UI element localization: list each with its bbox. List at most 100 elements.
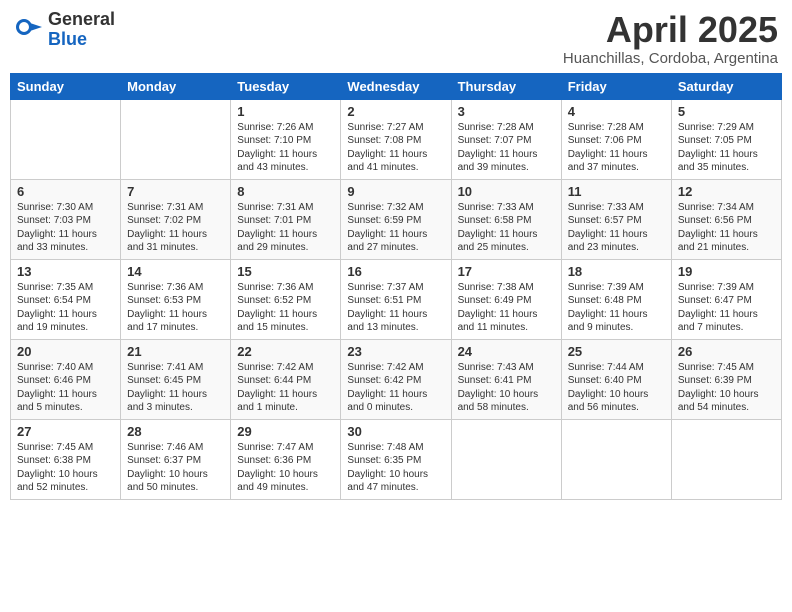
day-number: 12: [678, 184, 775, 199]
day-number: 20: [17, 344, 114, 359]
calendar-cell: 5 Sunrise: 7:29 AM Sunset: 7:05 PM Daylig…: [671, 99, 781, 179]
day-info: Sunrise: 7:35 AM Sunset: 6:54 PM Dayligh…: [17, 281, 114, 335]
calendar-cell: 21 Sunrise: 7:41 AM Sunset: 6:45 PM Dayli…: [121, 339, 231, 419]
title-block: April 2025 Huanchillas, Cordoba, Argenti…: [563, 10, 778, 67]
logo-general-text: General: [48, 10, 115, 30]
day-number: 1: [237, 104, 334, 119]
day-info: Sunrise: 7:27 AM Sunset: 7:08 PM Dayligh…: [347, 121, 444, 175]
calendar-cell: [11, 99, 121, 179]
calendar-cell: 8 Sunrise: 7:31 AM Sunset: 7:01 PM Daylig…: [231, 179, 341, 259]
day-number: 24: [458, 344, 555, 359]
day-info: Sunrise: 7:47 AM Sunset: 6:36 PM Dayligh…: [237, 441, 334, 495]
calendar-cell: 3 Sunrise: 7:28 AM Sunset: 7:07 PM Daylig…: [451, 99, 561, 179]
calendar-week-row: 1 Sunrise: 7:26 AM Sunset: 7:10 PM Daylig…: [11, 99, 782, 179]
day-info: Sunrise: 7:30 AM Sunset: 7:03 PM Dayligh…: [17, 201, 114, 255]
calendar-cell: 1 Sunrise: 7:26 AM Sunset: 7:10 PM Daylig…: [231, 99, 341, 179]
calendar-body: 1 Sunrise: 7:26 AM Sunset: 7:10 PM Daylig…: [11, 99, 782, 499]
day-info: Sunrise: 7:45 AM Sunset: 6:39 PM Dayligh…: [678, 361, 775, 415]
day-info: Sunrise: 7:28 AM Sunset: 7:06 PM Dayligh…: [568, 121, 665, 175]
calendar-cell: 17Sunrise: 7:38 AM Sunset: 6:49 PM Dayli…: [451, 259, 561, 339]
calendar-day-header: Wednesday: [341, 73, 451, 99]
day-info: Sunrise: 7:39 AM Sunset: 6:47 PM Dayligh…: [678, 281, 775, 335]
day-info: Sunrise: 7:28 AM Sunset: 7:07 PM Dayligh…: [458, 121, 555, 175]
calendar-day-header: Saturday: [671, 73, 781, 99]
calendar-cell: 4 Sunrise: 7:28 AM Sunset: 7:06 PM Daylig…: [561, 99, 671, 179]
calendar-day-header: Friday: [561, 73, 671, 99]
day-number: 22: [237, 344, 334, 359]
calendar-cell: 24 Sunrise: 7:43 AM Sunset: 6:41 PM Dayli…: [451, 339, 561, 419]
calendar-week-row: 6 Sunrise: 7:30 AM Sunset: 7:03 PM Daylig…: [11, 179, 782, 259]
calendar-week-row: 20 Sunrise: 7:40 AM Sunset: 6:46 PM Dayli…: [11, 339, 782, 419]
calendar-cell: 27 Sunrise: 7:45 AM Sunset: 6:38 PM Dayli…: [11, 419, 121, 499]
day-number: 10: [458, 184, 555, 199]
day-info: Sunrise: 7:46 AM Sunset: 6:37 PM Dayligh…: [127, 441, 224, 495]
day-number: 4: [568, 104, 665, 119]
day-number: 27: [17, 424, 114, 439]
day-info: Sunrise: 7:41 AM Sunset: 6:45 PM Dayligh…: [127, 361, 224, 415]
calendar-cell: [671, 419, 781, 499]
calendar-day-header: Monday: [121, 73, 231, 99]
day-number: 8: [237, 184, 334, 199]
calendar-cell: 20 Sunrise: 7:40 AM Sunset: 6:46 PM Dayli…: [11, 339, 121, 419]
day-info: Sunrise: 7:34 AM Sunset: 6:56 PM Dayligh…: [678, 201, 775, 255]
page-header: General Blue April 2025 Huanchillas, Cor…: [10, 10, 782, 67]
calendar-week-row: 27 Sunrise: 7:45 AM Sunset: 6:38 PM Dayli…: [11, 419, 782, 499]
calendar-cell: 12 Sunrise: 7:34 AM Sunset: 6:56 PM Dayli…: [671, 179, 781, 259]
calendar-day-header: Sunday: [11, 73, 121, 99]
day-info: Sunrise: 7:29 AM Sunset: 7:05 PM Dayligh…: [678, 121, 775, 175]
calendar-table: SundayMondayTuesdayWednesdayThursdayFrid…: [10, 73, 782, 500]
calendar-week-row: 13Sunrise: 7:35 AM Sunset: 6:54 PM Dayli…: [11, 259, 782, 339]
day-number: 21: [127, 344, 224, 359]
day-info: Sunrise: 7:31 AM Sunset: 7:01 PM Dayligh…: [237, 201, 334, 255]
day-number: 15: [237, 264, 334, 279]
calendar-cell: 22 Sunrise: 7:42 AM Sunset: 6:44 PM Dayli…: [231, 339, 341, 419]
day-number: 14: [127, 264, 224, 279]
calendar-cell: 15 Sunrise: 7:36 AM Sunset: 6:52 PM Dayli…: [231, 259, 341, 339]
day-info: Sunrise: 7:45 AM Sunset: 6:38 PM Dayligh…: [17, 441, 114, 495]
day-info: Sunrise: 7:43 AM Sunset: 6:41 PM Dayligh…: [458, 361, 555, 415]
calendar-day-header: Thursday: [451, 73, 561, 99]
calendar-cell: 10 Sunrise: 7:33 AM Sunset: 6:58 PM Dayli…: [451, 179, 561, 259]
calendar-cell: 14 Sunrise: 7:36 AM Sunset: 6:53 PM Dayli…: [121, 259, 231, 339]
logo: General Blue: [14, 10, 115, 50]
month-title: April 2025: [563, 10, 778, 50]
calendar-cell: 2Sunrise: 7:27 AM Sunset: 7:08 PM Daylig…: [341, 99, 451, 179]
calendar-cell: 30Sunrise: 7:48 AM Sunset: 6:35 PM Dayli…: [341, 419, 451, 499]
day-number: 5: [678, 104, 775, 119]
calendar-cell: 25Sunrise: 7:44 AM Sunset: 6:40 PM Dayli…: [561, 339, 671, 419]
calendar-cell: 18 Sunrise: 7:39 AM Sunset: 6:48 PM Dayli…: [561, 259, 671, 339]
day-info: Sunrise: 7:42 AM Sunset: 6:42 PM Dayligh…: [347, 361, 444, 415]
calendar-cell: [121, 99, 231, 179]
day-info: Sunrise: 7:33 AM Sunset: 6:57 PM Dayligh…: [568, 201, 665, 255]
day-info: Sunrise: 7:38 AM Sunset: 6:49 PM Dayligh…: [458, 281, 555, 335]
calendar-cell: 28 Sunrise: 7:46 AM Sunset: 6:37 PM Dayli…: [121, 419, 231, 499]
calendar-cell: 26Sunrise: 7:45 AM Sunset: 6:39 PM Dayli…: [671, 339, 781, 419]
day-number: 19: [678, 264, 775, 279]
day-info: Sunrise: 7:36 AM Sunset: 6:52 PM Dayligh…: [237, 281, 334, 335]
day-number: 7: [127, 184, 224, 199]
calendar-cell: 19 Sunrise: 7:39 AM Sunset: 6:47 PM Dayli…: [671, 259, 781, 339]
calendar-cell: [561, 419, 671, 499]
calendar-cell: 23Sunrise: 7:42 AM Sunset: 6:42 PM Dayli…: [341, 339, 451, 419]
day-info: Sunrise: 7:48 AM Sunset: 6:35 PM Dayligh…: [347, 441, 444, 495]
calendar-cell: [451, 419, 561, 499]
day-info: Sunrise: 7:36 AM Sunset: 6:53 PM Dayligh…: [127, 281, 224, 335]
day-number: 11: [568, 184, 665, 199]
day-info: Sunrise: 7:40 AM Sunset: 6:46 PM Dayligh…: [17, 361, 114, 415]
day-number: 3: [458, 104, 555, 119]
day-info: Sunrise: 7:42 AM Sunset: 6:44 PM Dayligh…: [237, 361, 334, 415]
day-number: 9: [347, 184, 444, 199]
day-number: 29: [237, 424, 334, 439]
calendar-cell: 6 Sunrise: 7:30 AM Sunset: 7:03 PM Daylig…: [11, 179, 121, 259]
calendar-cell: 16Sunrise: 7:37 AM Sunset: 6:51 PM Dayli…: [341, 259, 451, 339]
day-info: Sunrise: 7:33 AM Sunset: 6:58 PM Dayligh…: [458, 201, 555, 255]
day-info: Sunrise: 7:26 AM Sunset: 7:10 PM Dayligh…: [237, 121, 334, 175]
day-number: 6: [17, 184, 114, 199]
day-number: 25: [568, 344, 665, 359]
logo-blue-text: Blue: [48, 30, 115, 50]
day-number: 28: [127, 424, 224, 439]
calendar-day-header: Tuesday: [231, 73, 341, 99]
day-number: 18: [568, 264, 665, 279]
day-info: Sunrise: 7:32 AM Sunset: 6:59 PM Dayligh…: [347, 201, 444, 255]
day-info: Sunrise: 7:39 AM Sunset: 6:48 PM Dayligh…: [568, 281, 665, 335]
